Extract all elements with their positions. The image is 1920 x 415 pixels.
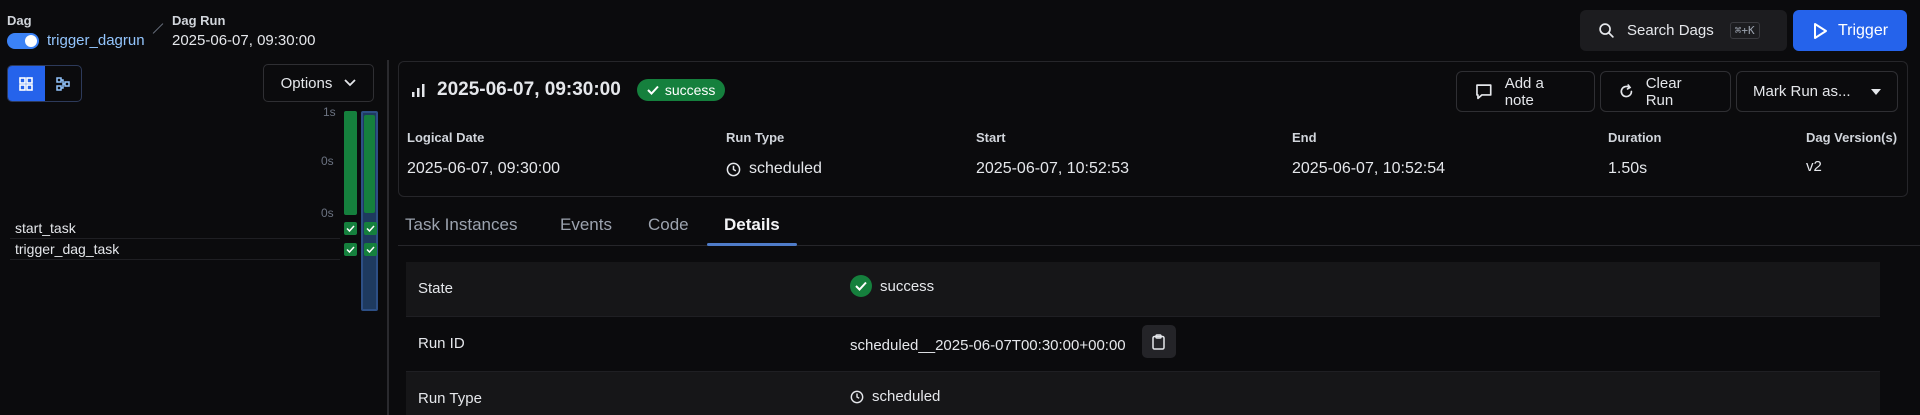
axis-label-mid: 0s: [321, 154, 334, 168]
graph-icon: [56, 76, 70, 91]
trigger-button[interactable]: Trigger: [1793, 10, 1907, 51]
tab-events[interactable]: Events: [560, 215, 612, 235]
options-button[interactable]: Options: [263, 64, 374, 102]
meta-label-end: End: [1292, 130, 1317, 145]
task-instance-trigger[interactable]: [364, 243, 377, 256]
grid-view-button[interactable]: [8, 66, 45, 101]
breadcrumb-run-label: Dag Run: [172, 13, 226, 28]
check-icon: [366, 246, 375, 253]
meta-label-duration: Duration: [1608, 130, 1662, 145]
axis-label-bottom: 0s: [321, 206, 334, 220]
active-tab-indicator: [707, 243, 797, 246]
task-instance-start-task[interactable]: [364, 222, 377, 235]
clear-run-label: Clear Run: [1645, 74, 1682, 109]
trigger-label: Trigger: [1837, 21, 1889, 39]
meta-value-logical-date: 2025-06-07, 09:30:00: [407, 160, 561, 177]
clock-icon: [726, 162, 741, 176]
run-title-text: 2025-06-07, 09:30:00: [437, 79, 621, 100]
meta-label-start: Start: [976, 130, 1006, 145]
table-row: Run Type scheduled: [406, 372, 1880, 415]
run-tabs: Task Instances Events Code Details: [398, 208, 1920, 246]
task-row-divider: [10, 238, 340, 239]
run-title: 2025-06-07, 09:30:00 success: [411, 79, 726, 101]
add-note-button[interactable]: Add a note: [1456, 71, 1595, 112]
axis-label-top: 1s: [323, 105, 336, 119]
meta-value-start: 2025-06-07, 10:52:53: [976, 160, 1130, 177]
meta-value-duration: 1.50s: [1608, 160, 1648, 177]
task-instance-start-task-prev[interactable]: [344, 222, 357, 235]
task-name-trigger-dag-task[interactable]: trigger_dag_task: [15, 241, 119, 257]
run-summary-card: 2025-06-07, 09:30:00 success Add a note …: [398, 61, 1908, 197]
detail-value-run-type-text: scheduled: [872, 388, 941, 405]
check-icon: [647, 85, 659, 95]
detail-value-run-id: scheduled__2025-06-07T00:30:00+00:00: [850, 325, 1176, 358]
tab-details[interactable]: Details: [724, 215, 780, 235]
note-icon: [1476, 84, 1492, 100]
caret-down-icon: [1871, 88, 1881, 95]
breadcrumb-dag: Dag trigger_dagrun: [7, 13, 145, 49]
mark-run-label: Mark Run as...: [1753, 83, 1851, 100]
detail-key-run-id: Run ID: [418, 335, 465, 352]
detail-value-state: success: [850, 275, 934, 297]
refresh-icon: [1620, 84, 1633, 98]
check-icon: [346, 246, 355, 253]
breadcrumb-run: Dag Run 2025-06-07, 09:30:00: [172, 13, 315, 49]
search-dags-button[interactable]: Search Dags ⌘+K: [1580, 10, 1787, 51]
copy-run-id-button[interactable]: [1141, 325, 1176, 358]
search-shortcut: ⌘+K: [1729, 22, 1760, 39]
bar-chart-icon: [412, 84, 425, 97]
table-row: State success: [406, 262, 1880, 317]
breadcrumb-separator: [152, 23, 164, 34]
clock-icon: [850, 390, 864, 403]
meta-value-run-type-text: scheduled: [749, 160, 822, 177]
chevron-down-icon: [344, 79, 356, 87]
run-state-badge: success: [636, 79, 726, 101]
search-icon: [1599, 23, 1614, 38]
check-icon: [366, 225, 375, 232]
panel-resize-handle[interactable]: [387, 60, 389, 415]
detail-value-state-text: success: [880, 277, 935, 295]
selected-run-duration-bar[interactable]: [364, 115, 375, 213]
graph-view-button[interactable]: [45, 66, 82, 101]
task-name-start-task[interactable]: start_task: [15, 220, 76, 236]
breadcrumb-run-value[interactable]: 2025-06-07, 09:30:00: [172, 32, 315, 49]
meta-label-dag-version: Dag Version(s): [1806, 130, 1898, 145]
meta-value-end: 2025-06-07, 10:52:54: [1292, 160, 1446, 177]
grid-panel: Options 1s 0s 0s start_task trigger_dag_…: [0, 60, 387, 415]
clipboard-icon: [1152, 333, 1165, 350]
clear-run-button[interactable]: Clear Run: [1600, 71, 1731, 112]
add-note-label: Add a note: [1504, 74, 1544, 109]
detail-key-state: State: [418, 280, 454, 297]
mark-run-as-button[interactable]: Mark Run as...: [1736, 71, 1898, 112]
detail-value-run-id-text: scheduled__2025-06-07T00:30:00+00:00: [850, 337, 1126, 354]
table-row: Run ID scheduled__2025-06-07T00:30:00+00…: [406, 317, 1880, 372]
header: Dag trigger_dagrun Dag Run 2025-06-07, 0…: [0, 0, 1920, 60]
detail-value-run-type: scheduled: [850, 388, 940, 405]
breadcrumb-dag-label: Dag: [7, 13, 32, 28]
meta-label-logical-date: Logical Date: [407, 130, 485, 145]
meta-value-dag-version[interactable]: v2: [1806, 158, 1822, 175]
view-toggle: [7, 65, 82, 102]
details-table: State success Run ID scheduled__2025-06-…: [406, 262, 1880, 415]
meta-value-run-type: scheduled: [726, 160, 822, 178]
detail-key-run-type: Run Type: [418, 390, 482, 407]
check-icon: [346, 225, 355, 232]
options-label: Options: [280, 74, 333, 92]
grid-icon: [19, 76, 34, 91]
run-duration-bar[interactable]: [344, 111, 357, 215]
search-label: Search Dags: [1627, 22, 1714, 39]
dag-pause-toggle[interactable]: [7, 32, 39, 49]
task-row-divider: [10, 259, 340, 260]
task-instance-trigger-prev[interactable]: [344, 243, 357, 256]
run-state-text: success: [664, 82, 716, 98]
breadcrumb-dag-link[interactable]: trigger_dagrun: [47, 32, 145, 49]
tab-task-instances[interactable]: Task Instances: [405, 215, 517, 235]
tab-code[interactable]: Code: [648, 215, 689, 235]
meta-label-run-type: Run Type: [726, 130, 785, 145]
success-icon: [850, 275, 872, 297]
play-icon: [1813, 22, 1827, 39]
